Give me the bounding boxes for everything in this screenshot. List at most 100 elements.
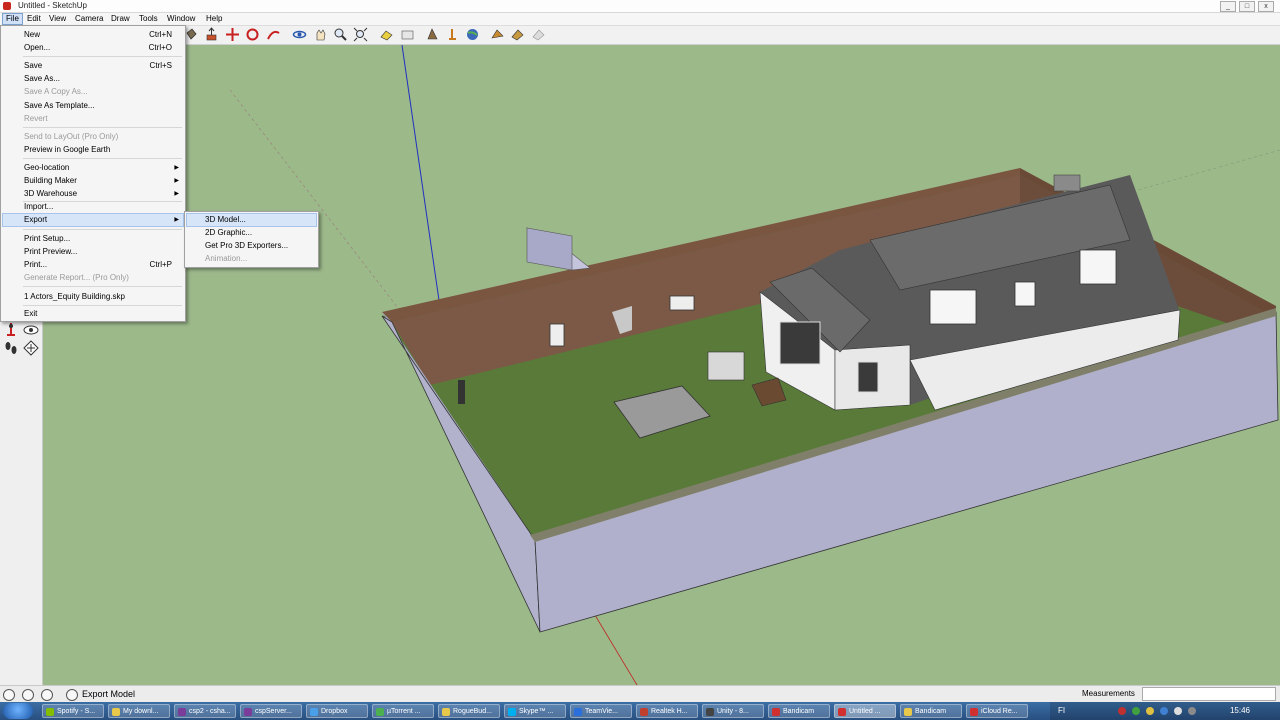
user-status-icon[interactable] (41, 689, 53, 701)
submenu-item-animation: Animation... (205, 254, 248, 263)
section-plane-icon[interactable] (22, 339, 40, 357)
paint-bucket-icon[interactable] (184, 27, 199, 42)
tray-app-icon[interactable] (1160, 707, 1168, 715)
maximize-button[interactable]: □ (1239, 1, 1255, 12)
google-earth-icon[interactable] (465, 27, 480, 42)
drawing-viewport[interactable] (43, 45, 1280, 685)
taskbar-button[interactable]: Unity - 8... (702, 704, 764, 718)
extensions-icon[interactable] (510, 27, 525, 42)
taskbar-app-icon (706, 708, 714, 716)
close-button[interactable]: x (1258, 1, 1274, 12)
menu-item-save-as-template[interactable]: Save As Template... (24, 101, 95, 110)
taskbar-button-label: Realtek H... (651, 708, 688, 715)
geo-location-status-icon[interactable] (3, 689, 15, 701)
building-maker-icon[interactable] (531, 27, 546, 42)
menu-tools[interactable]: Tools (136, 14, 161, 23)
taskbar-button[interactable]: Bandicam (900, 704, 962, 718)
menu-item-exit[interactable]: Exit (24, 309, 37, 318)
help-icon[interactable] (66, 689, 78, 701)
tray-app-icon[interactable] (1132, 707, 1140, 715)
taskbar-button[interactable]: µTorrent ... (372, 704, 434, 718)
position-camera-icon[interactable] (2, 321, 20, 339)
taskbar-app-icon (46, 708, 54, 716)
language-indicator[interactable]: FI (1058, 706, 1065, 715)
taskbar-button[interactable]: iCloud Re... (966, 704, 1028, 718)
follow-me-icon[interactable] (266, 27, 281, 42)
system-clock[interactable]: 15:46 (1230, 706, 1250, 715)
taskbar-button[interactable]: Realtek H... (636, 704, 698, 718)
menu-draw[interactable]: Draw (108, 14, 133, 23)
taskbar-button-label: Bandicam (915, 708, 947, 715)
menu-item-export[interactable]: Export (24, 215, 47, 224)
menu-view[interactable]: View (46, 14, 69, 23)
share-model-icon[interactable] (400, 27, 415, 42)
measurements-label: Measurements (1082, 689, 1135, 698)
house-front-windows (779, 321, 821, 365)
start-button[interactable] (3, 703, 33, 719)
tray-app-icon[interactable] (1146, 707, 1154, 715)
menu-item-preview-google-earth[interactable]: Preview in Google Earth (24, 145, 110, 154)
menu-file[interactable]: File (2, 13, 23, 25)
minimize-button[interactable]: _ (1220, 1, 1236, 12)
rotate-icon[interactable] (245, 27, 260, 42)
menu-item-recent-file[interactable]: 1 Actors_Equity Building.skp (24, 292, 125, 301)
measurements-input[interactable] (1142, 687, 1276, 701)
taskbar-app-icon (970, 708, 978, 716)
house-side-window (857, 361, 879, 393)
menu-item-geo-location[interactable]: Geo-location (24, 163, 69, 172)
menu-separator (23, 229, 182, 230)
taskbar-button[interactable]: Spotify - S... (42, 704, 104, 718)
photo-textures-icon[interactable] (490, 27, 505, 42)
taskbar-button[interactable]: RogueBud... (438, 704, 500, 718)
taskbar-button[interactable]: csp2 - csha... (174, 704, 236, 718)
zoom-icon[interactable] (333, 27, 348, 42)
menu-item-3d-warehouse[interactable]: 3D Warehouse (24, 189, 77, 198)
taskbar-button-label: csp2 - csha... (189, 708, 231, 715)
menu-item-print-setup[interactable]: Print Setup... (24, 234, 70, 243)
menu-item-import[interactable]: Import... (24, 202, 53, 211)
submenu-item-2d-graphic[interactable]: 2D Graphic... (205, 228, 252, 237)
status-text: Export Model (82, 689, 136, 699)
taskbar-button[interactable]: My downl... (108, 704, 170, 718)
submenu-item-get-pro-3d-exporters[interactable]: Get Pro 3D Exporters... (205, 241, 288, 250)
menu-camera[interactable]: Camera (72, 14, 106, 23)
taskbar-button[interactable]: Bandicam (768, 704, 830, 718)
walk-icon[interactable] (2, 339, 20, 357)
preview-google-earth-icon[interactable] (425, 27, 440, 42)
add-location-icon[interactable] (445, 27, 460, 42)
taskbar-button[interactable]: Untitled ... (834, 704, 896, 718)
pan-icon[interactable] (313, 27, 328, 42)
menu-separator (23, 127, 182, 128)
menu-item-print[interactable]: Print... (24, 260, 47, 269)
taskbar-button[interactable]: Dropbox (306, 704, 368, 718)
submenu-item-3d-model[interactable]: 3D Model... (205, 215, 246, 224)
push-pull-icon[interactable] (204, 27, 219, 42)
orbit-icon[interactable] (292, 27, 307, 42)
tray-app-icon[interactable] (1118, 707, 1126, 715)
volume-icon[interactable] (1188, 707, 1196, 715)
taskbar-button[interactable]: cspServer... (240, 704, 302, 718)
menu-window[interactable]: Window (164, 14, 198, 23)
system-tray: FI 15:46 (1050, 702, 1280, 720)
taskbar-button[interactable]: TeamVie... (570, 704, 632, 718)
look-around-icon[interactable] (22, 321, 40, 339)
dormer-window-3 (1014, 281, 1036, 307)
menu-item-new[interactable]: New (24, 30, 40, 39)
move-icon[interactable] (225, 27, 240, 42)
taskbar-button[interactable]: Skype™ ... (504, 704, 566, 718)
menu-item-building-maker[interactable]: Building Maker (24, 176, 77, 185)
tray-app-icon[interactable] (1174, 707, 1182, 715)
menu-help[interactable]: Help (203, 14, 225, 23)
zoom-extents-icon[interactable] (353, 27, 368, 42)
menu-item-open[interactable]: Open... (24, 43, 50, 52)
menu-edit[interactable]: Edit (24, 14, 44, 23)
menu-item-save-as[interactable]: Save As... (24, 74, 60, 83)
taskbar-button-label: Unity - 8... (717, 708, 749, 715)
window-controls: _ □ x (1220, 1, 1274, 12)
menu-item-print-preview[interactable]: Print Preview... (24, 247, 77, 256)
shortcut-new: Ctrl+N (149, 30, 172, 39)
menu-separator (23, 56, 182, 57)
get-models-icon[interactable] (379, 27, 394, 42)
menu-item-save[interactable]: Save (24, 61, 42, 70)
credits-status-icon[interactable] (22, 689, 34, 701)
